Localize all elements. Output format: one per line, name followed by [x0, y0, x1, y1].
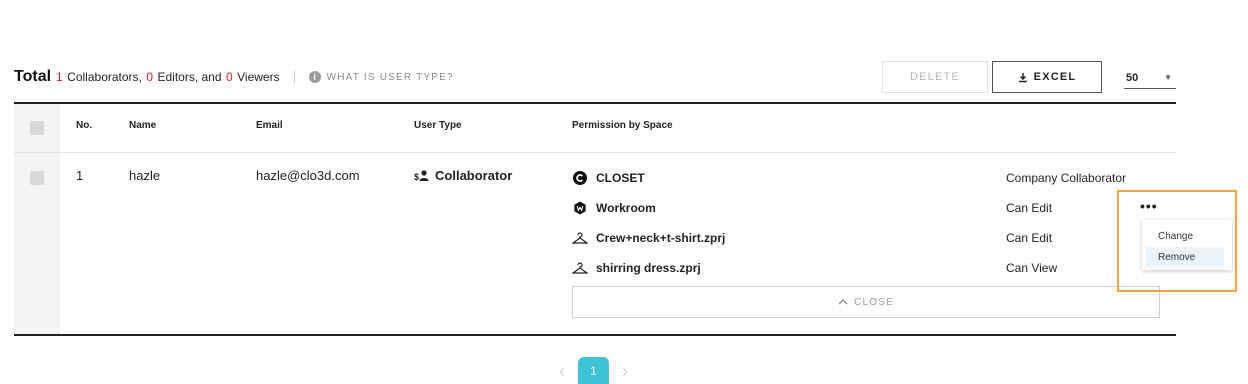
permission-space-closet: CLOSET: [572, 168, 645, 188]
menu-item-change[interactable]: Change: [1146, 226, 1224, 246]
page-size-select[interactable]: 50 ▼: [1124, 67, 1176, 89]
editor-label: Editors, and: [157, 70, 222, 84]
closet-icon: [572, 170, 588, 186]
hanger-icon: [572, 260, 588, 276]
column-header-no: No.: [76, 120, 93, 131]
row-checkbox[interactable]: [30, 171, 44, 185]
pagination: ‹ 1 ›: [546, 357, 641, 384]
permission-value: Company Collaborator: [1006, 171, 1127, 185]
menu-item-remove[interactable]: Remove: [1146, 247, 1224, 267]
viewer-label: Viewers: [237, 70, 280, 84]
column-header-email: Email: [256, 120, 283, 131]
collaborator-label: Collaborators,: [67, 70, 142, 84]
download-icon: [1018, 72, 1027, 82]
excel-export-button[interactable]: EXCEL: [992, 61, 1102, 93]
column-header-name: Name: [129, 120, 157, 131]
viewer-count: 0: [225, 70, 233, 84]
more-options-button[interactable]: •••: [1140, 198, 1158, 214]
close-button-label: CLOSE: [854, 296, 894, 308]
select-all-checkbox[interactable]: [30, 121, 44, 135]
delete-button-label: DELETE: [910, 71, 960, 83]
user-type-label: Collaborator: [435, 168, 513, 183]
summary-bar: Total 1 Collaborators, 0 Editors, and 0 …: [14, 66, 454, 88]
divider: [293, 71, 295, 83]
permission-space-file: Crew+neck+t-shirt.zprj: [572, 228, 725, 248]
permission-space-file: shirring dress.zprj: [572, 258, 701, 278]
user-email: hazle@clo3d.com: [256, 168, 360, 183]
user-type: $ Collaborator: [414, 168, 512, 183]
header-divider: [14, 152, 1176, 153]
hanger-icon: [572, 230, 588, 246]
page-1-button[interactable]: 1: [578, 357, 609, 384]
chevron-down-icon: ▼: [1164, 73, 1172, 82]
table-bottom-rule: [14, 334, 1176, 336]
prev-page-button[interactable]: ‹: [546, 361, 578, 382]
workroom-icon: [572, 200, 588, 216]
page-size-value: 50: [1126, 71, 1139, 84]
permission-value: Can Edit: [1006, 201, 1053, 215]
close-permissions-button[interactable]: CLOSE: [572, 286, 1160, 318]
users-table: No. Name Email User Type Permission by S…: [14, 102, 1176, 336]
permission-space-name: Crew+neck+t-shirt.zprj: [596, 231, 726, 245]
what-is-user-type-link[interactable]: WHAT IS USER TYPE?: [327, 72, 454, 83]
collaborator-count: 1: [56, 70, 63, 84]
next-page-button[interactable]: ›: [609, 361, 641, 382]
column-header-permission: Permission by Space: [572, 120, 673, 131]
collaborator-icon: $: [414, 169, 429, 182]
column-header-user-type: User Type: [414, 120, 462, 131]
total-label: Total: [14, 68, 52, 85]
permission-value: Can Edit: [1006, 231, 1053, 245]
chevron-up-icon: [838, 297, 848, 308]
excel-button-label: EXCEL: [1033, 71, 1077, 83]
delete-button[interactable]: DELETE: [882, 61, 988, 93]
row-action-menu: Change Remove: [1142, 220, 1232, 270]
info-icon: i: [308, 71, 321, 83]
permission-space-name: Workroom: [596, 201, 656, 215]
permission-space-name: shirring dress.zprj: [596, 261, 701, 275]
permission-value: Can View: [1006, 261, 1058, 275]
checkbox-column: [14, 104, 60, 334]
table-top-rule: [14, 102, 1176, 104]
user-name: hazle: [129, 168, 161, 183]
permission-space-name: CLOSET: [596, 171, 645, 185]
row-number: 1: [76, 168, 84, 183]
editor-count: 0: [146, 70, 154, 84]
permission-space-workroom: Workroom: [572, 198, 656, 218]
